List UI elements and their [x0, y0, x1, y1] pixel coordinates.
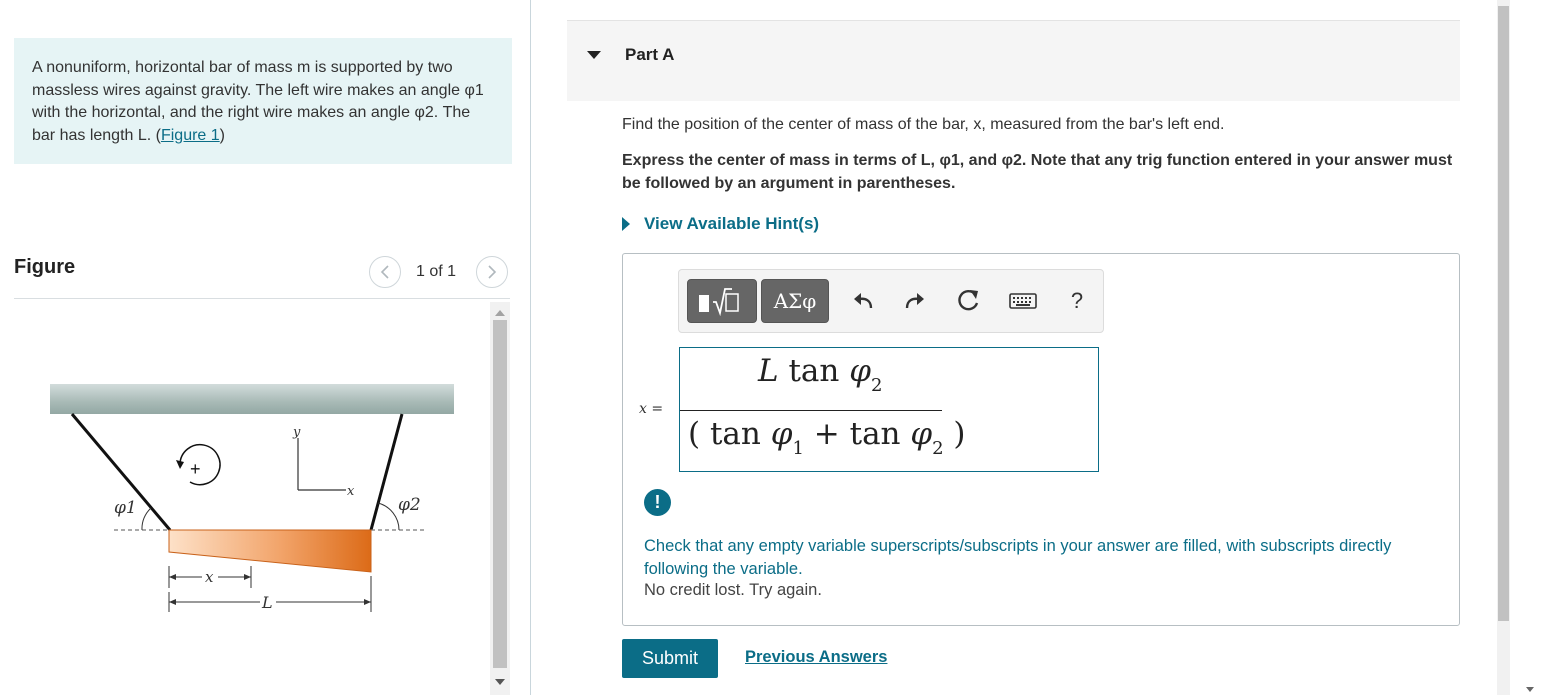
answer-box: ΑΣφ ? x = L tan φ2 (tan φ1 + tan φ2) !… — [622, 253, 1460, 626]
figure-title: Figure — [14, 256, 76, 278]
symbols-button[interactable]: ΑΣφ — [761, 279, 829, 323]
page-scrollbar[interactable] — [1497, 0, 1510, 695]
L-dimension-label: L — [261, 593, 273, 612]
page-scroll-thumb[interactable] — [1498, 6, 1509, 621]
previous-answers-link[interactable]: Previous Answers — [745, 648, 887, 667]
bar-wires-diagram: φ1 φ2 + y x x L — [50, 384, 454, 612]
fraction-numerator: L tan φ2 — [758, 353, 883, 396]
feedback-message: Check that any empty variable superscrip… — [644, 537, 1392, 578]
part-title: Part A — [625, 45, 675, 64]
page-scroll-down-icon[interactable] — [1526, 687, 1534, 692]
fraction-bar — [680, 410, 942, 411]
help-button[interactable]: ? — [1063, 287, 1091, 315]
submit-button[interactable]: Submit — [622, 639, 718, 678]
reset-icon[interactable] — [955, 287, 983, 315]
answer-variable-label: x = — [639, 401, 664, 417]
redo-icon[interactable] — [901, 287, 929, 315]
caret-right-icon — [622, 217, 630, 231]
fraction-denominator: ( tan φ1 + tan φ2 ) — [688, 416, 966, 459]
figure-divider — [14, 298, 510, 299]
previous-figure-button[interactable] — [369, 256, 401, 288]
keyboard-icon[interactable] — [1007, 287, 1039, 315]
math-toolbar: ΑΣφ ? — [678, 269, 1104, 333]
phi2-label: φ2 — [398, 495, 421, 515]
phi1-label: φ1 — [114, 498, 137, 518]
credit-status: No credit lost. Try again. — [644, 581, 822, 599]
left-pane: A nonuniform, horizontal bar of mass m i… — [0, 0, 531, 695]
chevron-right-icon — [488, 265, 497, 279]
math-answer-input[interactable]: L tan φ2 ( tan φ1 + tan φ2 ) — [679, 347, 1099, 472]
next-figure-button[interactable] — [476, 256, 508, 288]
answer-instructions: Express the center of mass in terms of L… — [622, 152, 1453, 192]
right-pane: Part A Find the position of the center o… — [531, 0, 1497, 695]
part-header[interactable]: Part A — [567, 20, 1460, 101]
figure-scrollbar[interactable] — [490, 302, 510, 695]
scroll-down-arrow-icon[interactable] — [495, 679, 505, 685]
scroll-up-arrow-icon[interactable] — [495, 310, 505, 316]
figure-link[interactable]: Figure 1 — [161, 127, 220, 144]
x-dimension-label: x — [205, 568, 214, 586]
x-axis-label: x — [347, 484, 355, 499]
undo-icon[interactable] — [849, 287, 877, 315]
caret-down-icon[interactable] — [587, 51, 601, 59]
nonuniform-bar — [168, 529, 372, 573]
templates-button[interactable] — [687, 279, 757, 323]
y-axis-label: y — [292, 425, 301, 440]
hints-label[interactable]: View Available Hint(s) — [644, 214, 819, 234]
templates-icon — [699, 288, 739, 316]
view-hints-link[interactable]: View Available Hint(s) — [622, 214, 819, 234]
intro-text: A nonuniform, horizontal bar of mass m i… — [32, 59, 484, 144]
problem-intro: A nonuniform, horizontal bar of mass m i… — [14, 38, 512, 164]
chevron-left-icon — [380, 265, 389, 279]
question-text: Find the position of the center of mass … — [622, 116, 1225, 133]
figure-counter: 1 of 1 — [416, 263, 457, 280]
alert-icon: ! — [644, 489, 671, 516]
ceiling — [50, 384, 454, 414]
figure-scroll-thumb[interactable] — [493, 320, 507, 668]
torque-sign-label: + — [190, 459, 201, 479]
intro-close: ) — [219, 126, 225, 144]
